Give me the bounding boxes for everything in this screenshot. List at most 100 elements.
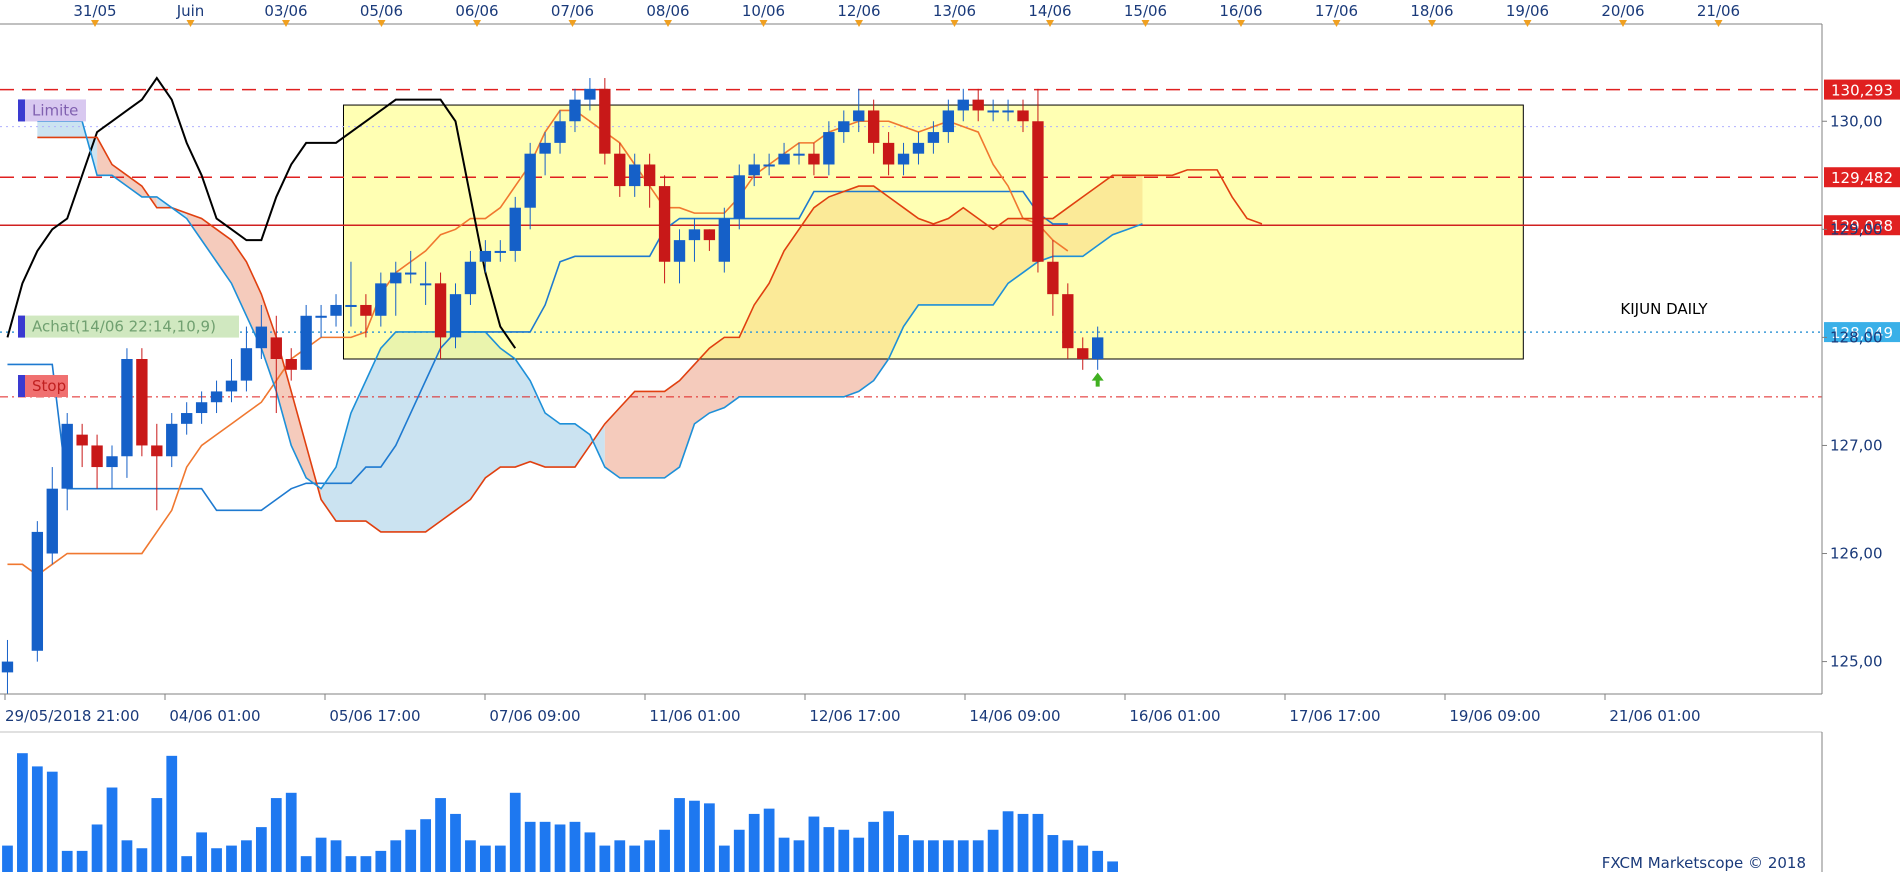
candle-body xyxy=(195,402,208,414)
top-date-label: 10/06 xyxy=(742,2,785,20)
volume-bar xyxy=(957,840,969,872)
volume-bar xyxy=(763,808,775,872)
volume-bar xyxy=(106,787,118,872)
x-tick-label: 14/06 09:00 xyxy=(969,707,1060,725)
volume-bar xyxy=(211,848,222,872)
candle-body xyxy=(61,423,73,489)
candle-body xyxy=(584,88,596,100)
candle-body xyxy=(524,153,536,208)
volume-bar xyxy=(539,821,551,872)
top-date-label: 06/06 xyxy=(455,2,498,20)
candle-body xyxy=(942,110,955,133)
y-tick-label: 128,00 xyxy=(1830,328,1883,346)
x-tick-label: 19/06 09:00 xyxy=(1449,707,1540,725)
candle-body xyxy=(375,283,387,316)
volume-bar xyxy=(928,840,939,872)
candle-body xyxy=(449,294,462,338)
top-date-label: 17/06 xyxy=(1315,2,1358,20)
volume-bar xyxy=(674,798,685,872)
order-marker-handle xyxy=(18,315,25,338)
candle-body xyxy=(464,261,477,295)
candle-body xyxy=(927,132,940,143)
volume-bar xyxy=(345,856,357,872)
candle-body xyxy=(285,359,297,370)
top-date-label: 07/06 xyxy=(551,2,594,20)
volume-bar xyxy=(569,821,581,872)
candle-body xyxy=(270,337,282,359)
candle-body xyxy=(763,164,775,167)
candle-body xyxy=(539,142,551,154)
volume-bar xyxy=(644,840,656,872)
candle-body xyxy=(688,229,701,241)
volume-bar xyxy=(554,824,566,872)
candle-body xyxy=(225,380,238,392)
candle-body xyxy=(419,283,432,286)
candle-body xyxy=(733,175,745,219)
candle-body xyxy=(181,413,193,424)
order-marker-label: Limite xyxy=(32,101,78,119)
volume-bar xyxy=(823,827,835,872)
y-tick-label: 129,00 xyxy=(1830,220,1883,238)
candle-body xyxy=(703,229,716,241)
volume-bar xyxy=(614,840,626,872)
price-level-label: 129,482 xyxy=(1831,169,1893,187)
candle-body xyxy=(509,207,521,251)
candle-body xyxy=(151,445,163,457)
candle-body xyxy=(1077,348,1089,359)
volume-bar xyxy=(748,813,760,872)
volume-bar xyxy=(91,824,103,872)
candle-body xyxy=(1062,294,1074,349)
volume-bar xyxy=(599,845,611,872)
top-date-label: 20/06 xyxy=(1601,2,1644,20)
volume-bar xyxy=(405,829,417,872)
top-date-label: 15/06 xyxy=(1124,2,1167,20)
volume-bar xyxy=(61,850,73,872)
volume-bar xyxy=(300,856,312,872)
volume-bar xyxy=(1002,811,1014,872)
x-tick-label: 04/06 01:00 xyxy=(169,707,260,725)
volume-bar xyxy=(31,766,43,872)
volume-bar xyxy=(718,845,730,872)
candle-body xyxy=(823,132,835,165)
volume-bar xyxy=(465,840,476,872)
candle-body xyxy=(1017,110,1029,122)
candle-body xyxy=(599,88,611,154)
candle-body xyxy=(838,121,850,133)
volume-bar xyxy=(151,798,163,872)
volume-bar xyxy=(1017,813,1029,872)
candle-body xyxy=(46,488,58,554)
volume-bar xyxy=(689,800,700,872)
top-date-label: 03/06 xyxy=(264,2,307,20)
x-tick-label: 29/05/2018 21:00 xyxy=(5,707,139,725)
volume-bar xyxy=(778,837,790,872)
order-marker-handle xyxy=(18,99,25,122)
volume-bar xyxy=(733,829,745,872)
candle-body xyxy=(210,391,223,403)
candle-body xyxy=(554,121,566,143)
x-tick-label: 12/06 17:00 xyxy=(809,707,900,725)
volume-bar xyxy=(1047,835,1059,872)
candle-body xyxy=(1002,110,1014,113)
copyright: FXCM Marketscope © 2018 xyxy=(1602,854,1806,872)
volume-bar xyxy=(942,840,954,872)
candle-body xyxy=(569,99,581,122)
top-date-label: 18/06 xyxy=(1410,2,1453,20)
volume-bar xyxy=(987,829,999,872)
volume-bar xyxy=(913,840,924,872)
volume-bar xyxy=(255,827,267,872)
top-date-label: 08/06 xyxy=(646,2,689,20)
candle-body xyxy=(629,164,641,187)
top-date-label: Juin xyxy=(176,2,205,20)
candle-body xyxy=(808,153,820,165)
candle-body xyxy=(912,142,925,154)
candle-body xyxy=(31,531,44,651)
candle-body xyxy=(853,110,865,122)
x-tick-label: 11/06 01:00 xyxy=(649,707,740,725)
volume-bar xyxy=(524,821,536,872)
volume-bar xyxy=(479,845,491,872)
x-tick-label: 16/06 01:00 xyxy=(1129,707,1220,725)
volume-bar xyxy=(121,840,133,872)
candle-body xyxy=(957,99,969,111)
candle-body xyxy=(658,186,671,262)
candle-body xyxy=(76,434,88,446)
